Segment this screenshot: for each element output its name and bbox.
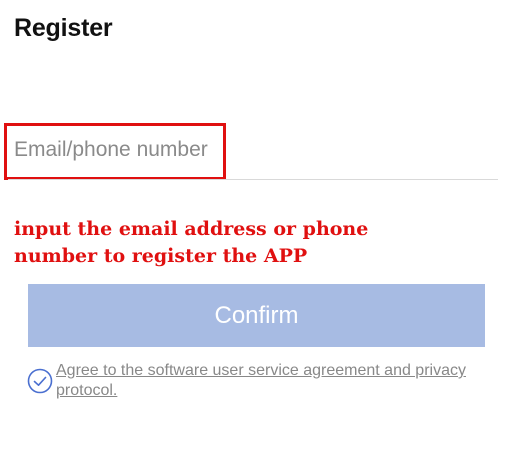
- page-title: Register: [14, 14, 113, 42]
- confirm-button[interactable]: Confirm: [28, 284, 485, 347]
- input-underline: [8, 179, 498, 180]
- agreement-link[interactable]: Agree to the software user service agree…: [56, 361, 476, 401]
- annotation-text: input the email address or phone number …: [14, 218, 369, 267]
- check-circle-icon[interactable]: [27, 368, 53, 394]
- email-field-row: [0, 120, 520, 186]
- email-phone-input[interactable]: [14, 134, 224, 166]
